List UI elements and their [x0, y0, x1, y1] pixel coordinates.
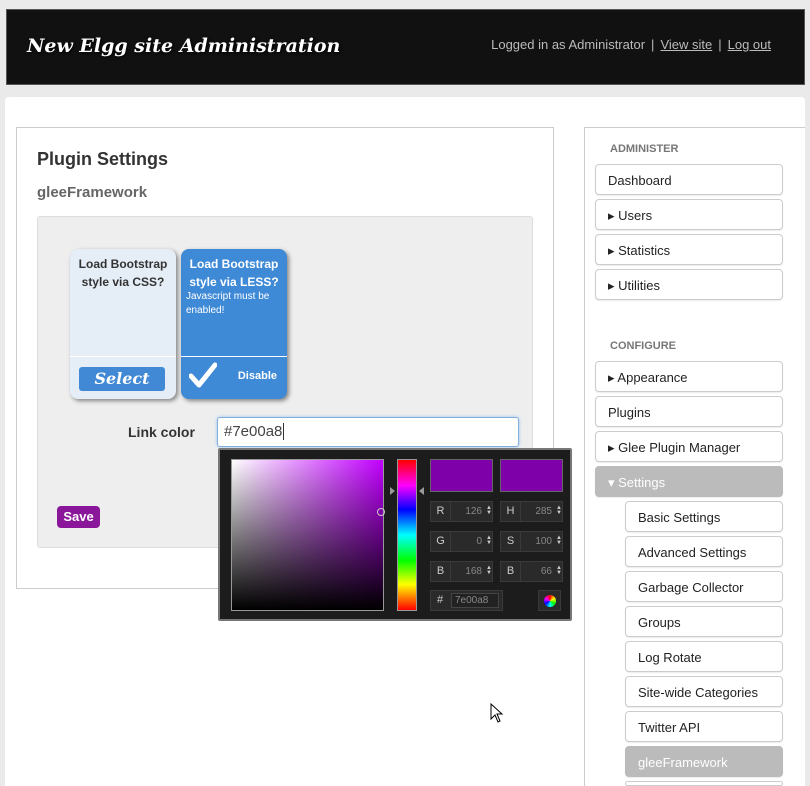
user-links: Logged in as Administrator | View site | Log…	[491, 37, 771, 52]
sidebar-item-log-rotate[interactable]: Log Rotate	[625, 641, 783, 672]
blue-field[interactable]: B 168 ▲ ▼	[430, 561, 493, 582]
sidebar-item-site-wide-categories[interactable]: Site-wide Categories	[625, 676, 783, 707]
field-label: R	[431, 502, 451, 521]
sidebar-item-garbage-collector[interactable]: Garbage Collector	[625, 571, 783, 602]
color-picker: R 126 ▲ ▼ H 285 ▲ ▼ G 0 ▲ ▼ S 100 ▲ ▼ B 168 …	[218, 448, 572, 621]
sidebar-item-dashboard[interactable]: Dashboard	[595, 164, 783, 195]
field-value: 0	[476, 536, 482, 547]
hue-slider[interactable]	[397, 459, 417, 611]
text-caret	[283, 423, 285, 440]
logged-in-text: Logged in as Administrator	[491, 37, 646, 52]
field-value: 285	[535, 506, 552, 517]
field-value: 66	[540, 566, 552, 577]
separator: |	[651, 37, 655, 52]
saturation-field[interactable]: S 100 ▲ ▼	[500, 531, 563, 552]
spinner-icon[interactable]: ▲ ▼	[556, 505, 562, 516]
field-label: B	[431, 562, 451, 581]
site-title: New Elgg site Administration	[27, 35, 341, 57]
sidebar-item-users[interactable]: ▸ Users	[595, 199, 783, 230]
sidebar-item-appearance[interactable]: ▸ Appearance	[595, 361, 783, 392]
green-field[interactable]: G 0 ▲ ▼	[430, 531, 493, 552]
sidebar-item-statistics[interactable]: ▸ Statistics	[595, 234, 783, 265]
option-card-less[interactable]: Load Bootstrap style via LESS? Javascrip…	[181, 249, 287, 399]
divider	[181, 356, 287, 357]
sidebar-item-gleeframework[interactable]: gleeFramework	[625, 746, 783, 777]
sidebar-item-twitter-api[interactable]: Twitter API	[625, 711, 783, 742]
logout-link[interactable]: Log out	[728, 37, 771, 52]
checkmark-icon	[189, 362, 217, 388]
field-label: G	[431, 532, 451, 551]
spinner-icon[interactable]: ▲ ▼	[556, 535, 562, 546]
spinner-icon[interactable]: ▲ ▼	[486, 565, 492, 576]
sidebar-item-glee-plugin-manager[interactable]: ▸ Glee Plugin Manager	[595, 431, 783, 462]
color-wheel-button[interactable]	[538, 590, 561, 611]
option-card-note: Javascript must be enabled!	[186, 291, 270, 316]
spinner-icon[interactable]: ▲ ▼	[486, 505, 492, 516]
option-card-css[interactable]: Load Bootstrap style via CSS? Select	[70, 249, 176, 399]
field-value: 126	[465, 506, 482, 517]
link-color-value: #7e00a8	[224, 423, 283, 440]
option-card-title: Load Bootstrap style via CSS?	[78, 257, 168, 289]
field-value: 100	[535, 536, 552, 547]
top-bar: New Elgg site Administration Logged in a…	[6, 9, 805, 85]
sidebar-item-advanced-settings[interactable]: Advanced Settings	[625, 536, 783, 567]
field-label: B	[501, 562, 521, 581]
hue-field[interactable]: H 285 ▲ ▼	[500, 501, 563, 522]
separator: |	[718, 37, 722, 52]
color-wheel-icon	[544, 595, 556, 607]
view-site-link[interactable]: View site	[660, 37, 712, 52]
configure-heading: CONFIGURE	[610, 340, 676, 352]
red-field[interactable]: R 126 ▲ ▼	[430, 501, 493, 522]
sidebar-item-utilities[interactable]: ▸ Utilities	[595, 269, 783, 300]
spinner-icon[interactable]: ▲ ▼	[556, 565, 562, 576]
plugin-name: gleeFramework	[37, 184, 148, 201]
hex-input[interactable]: 7e00a8	[451, 593, 499, 608]
divider	[70, 356, 176, 357]
current-color-swatch[interactable]	[500, 459, 563, 492]
field-label: H	[501, 502, 521, 521]
sidebar-item-basic-settings[interactable]: Basic Settings	[625, 501, 783, 532]
mouse-cursor-icon	[490, 703, 504, 723]
brightness-field[interactable]: B 66 ▲ ▼	[500, 561, 563, 582]
administer-heading: ADMINISTER	[610, 143, 679, 155]
hex-label: #	[436, 594, 444, 606]
spinner-icon[interactable]: ▲ ▼	[486, 535, 492, 546]
hue-arrow-left	[390, 487, 395, 495]
option-card-title: Load Bootstrap style via LESS?	[189, 257, 279, 289]
sidebar-item-groups[interactable]: Groups	[625, 606, 783, 637]
select-button[interactable]: Select	[79, 367, 165, 391]
field-label: S	[501, 532, 521, 551]
sidebar-item-settings[interactable]: ▾ Settings	[595, 466, 783, 497]
field-value: 168	[465, 566, 482, 577]
hue-arrow-right	[419, 487, 424, 495]
sidebar-item-partial[interactable]	[625, 781, 783, 786]
disable-button[interactable]: Disable	[238, 370, 277, 382]
new-color-swatch	[430, 459, 493, 492]
page-title: Plugin Settings	[37, 149, 169, 169]
link-color-input[interactable]: #7e00a8	[217, 417, 519, 447]
link-color-label: Link color	[128, 424, 195, 440]
hex-field: # 7e00a8	[430, 590, 503, 611]
sidebar-item-plugins[interactable]: Plugins	[595, 396, 783, 427]
picker-cursor[interactable]	[377, 508, 385, 516]
saturation-brightness-field[interactable]	[231, 459, 384, 611]
save-button[interactable]: Save	[57, 506, 100, 528]
